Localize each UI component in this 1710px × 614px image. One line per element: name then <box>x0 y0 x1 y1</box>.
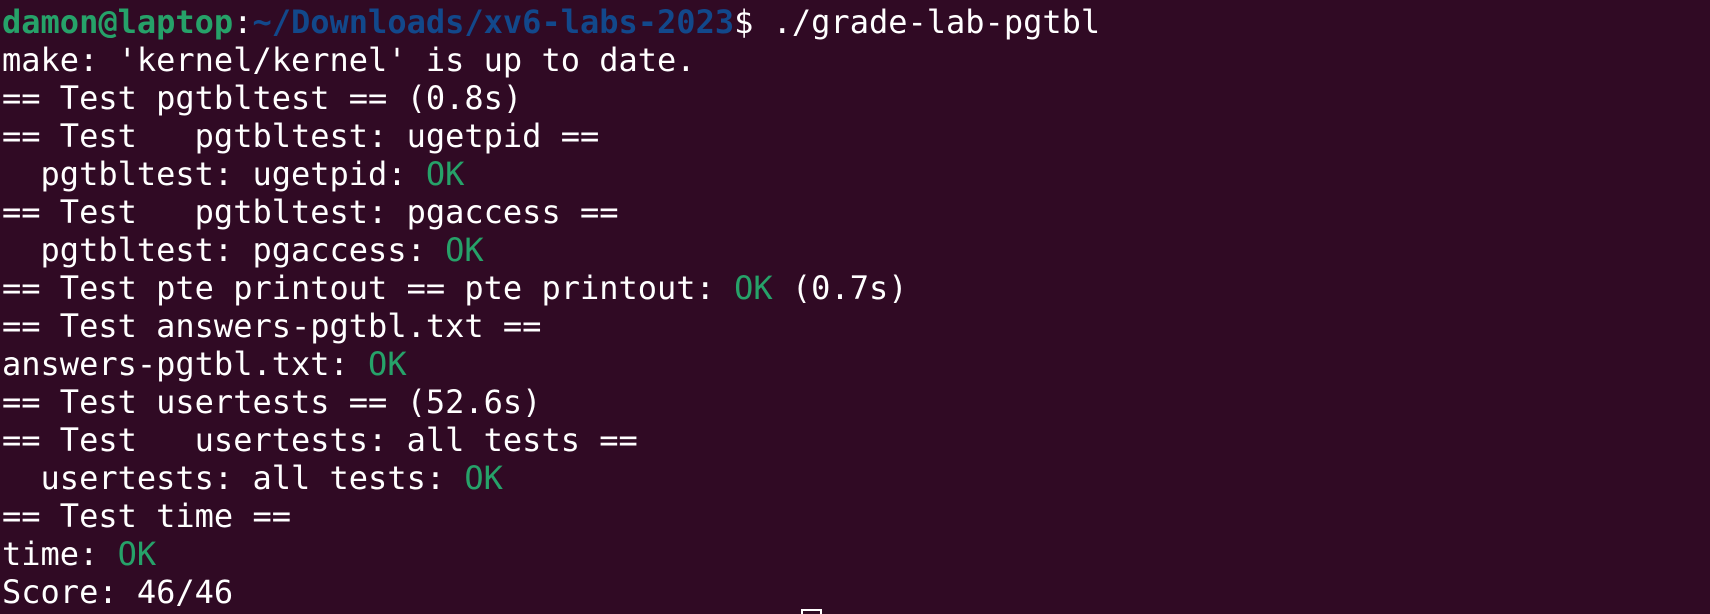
text-cursor <box>801 609 822 614</box>
output-line: == Test pgtbltest: pgaccess == <box>2 193 1710 231</box>
prompt-line: damon@laptop:~/Downloads/xv6-labs-2023$ … <box>2 3 1710 41</box>
prompt-command: ./grade-lab-pgtbl <box>772 3 1101 41</box>
output-text: == Test pgtbltest == (0.8s) <box>2 79 523 117</box>
score-text: Score: 46/46 <box>2 573 234 611</box>
prompt-symbol: $ <box>734 3 773 41</box>
output-suffix: (0.7s) <box>772 269 908 307</box>
prompt-user-host: damon@laptop <box>2 3 234 41</box>
score-line: Score: 46/46 <box>2 573 1710 611</box>
ok-status: OK <box>464 459 503 497</box>
output-text: pgtbltest: ugetpid: <box>2 155 426 193</box>
ok-status: OK <box>117 535 157 573</box>
prompt-path: ~/Downloads/xv6-labs-2023 <box>252 3 735 41</box>
prompt-separator: : <box>233 3 253 41</box>
output-line: == Test usertests == (52.6s) <box>2 383 1710 421</box>
ok-status: OK <box>368 345 407 383</box>
output-line: == Test pgtbltest == (0.8s) <box>2 79 1710 117</box>
ok-status: OK <box>445 231 484 269</box>
output-text: pgtbltest: pgaccess: <box>2 231 446 269</box>
output-line: pgtbltest: pgaccess: OK <box>2 231 1710 269</box>
output-line: usertests: all tests: OK <box>2 459 1710 497</box>
output-line: == Test usertests: all tests == <box>2 421 1710 459</box>
output-line: time: OK <box>2 535 1710 573</box>
output-line: answers-pgtbl.txt: OK <box>2 345 1710 383</box>
output-text: usertests: all tests: <box>2 459 465 497</box>
output-line: pgtbltest: ugetpid: OK <box>2 155 1710 193</box>
output-text: time: <box>2 535 118 573</box>
output-line: == Test pte printout == pte printout: OK… <box>2 269 1710 307</box>
output-text: == Test time == <box>2 497 291 535</box>
output-text: == Test usertests: all tests == <box>2 421 638 459</box>
ok-status: OK <box>734 269 773 307</box>
terminal-window[interactable]: damon@laptop:~/Downloads/xv6-labs-2023$ … <box>0 0 1710 614</box>
output-text: == Test pgtbltest: ugetpid == <box>2 117 600 155</box>
output-text: answers-pgtbl.txt: <box>2 345 369 383</box>
output-text: == Test usertests == (52.6s) <box>2 383 542 421</box>
ok-status: OK <box>425 155 465 193</box>
output-text: == Test pte printout == pte printout: <box>2 269 735 307</box>
output-line: == Test pgtbltest: ugetpid == <box>2 117 1710 155</box>
output-line: == Test answers-pgtbl.txt == <box>2 307 1710 345</box>
output-line: make: 'kernel/kernel' is up to date. <box>2 41 1710 79</box>
output-text: make: 'kernel/kernel' is up to date. <box>2 41 696 79</box>
output-line: == Test time == <box>2 497 1710 535</box>
output-text: == Test pgtbltest: pgaccess == <box>2 193 619 231</box>
output-text: == Test answers-pgtbl.txt == <box>2 307 542 345</box>
